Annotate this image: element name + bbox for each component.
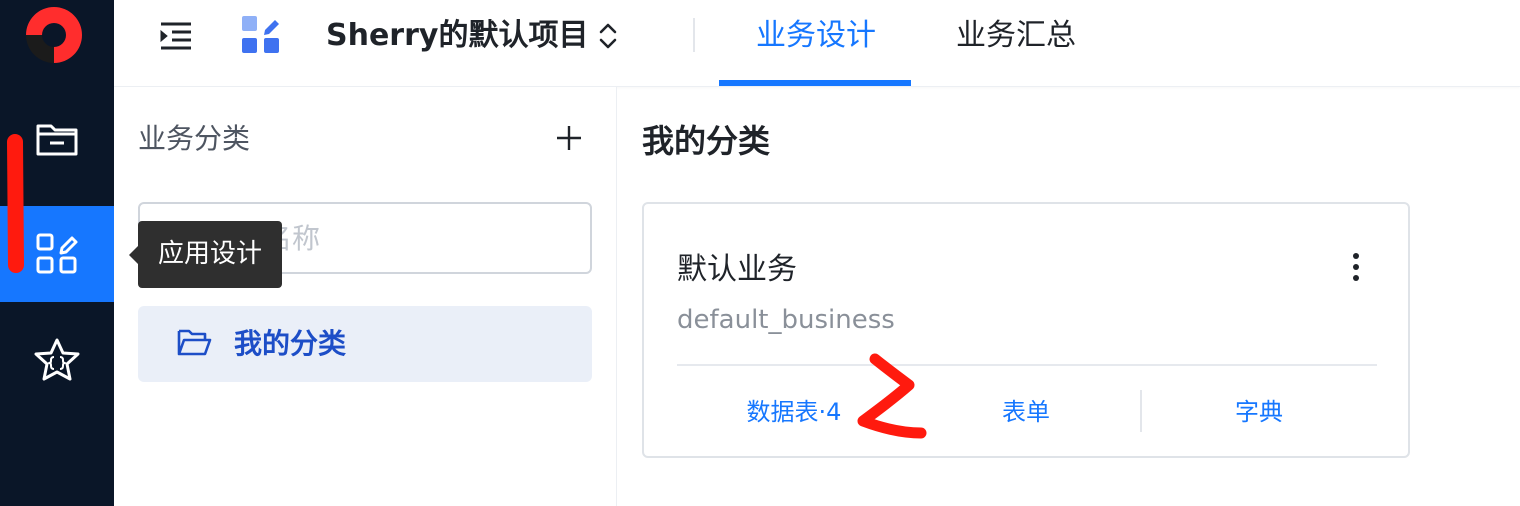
business-code: default_business (677, 305, 895, 335)
category-item-my-category[interactable]: 我的分类 (138, 306, 592, 382)
active-tab-indicator (719, 80, 911, 86)
app-grid-edit-icon (240, 14, 282, 56)
app-design-icon (35, 232, 79, 276)
rail-item-projects[interactable] (0, 90, 114, 186)
left-rail (0, 0, 114, 506)
business-name: 默认业务 (677, 252, 797, 287)
more-vertical-icon[interactable] (1344, 250, 1368, 284)
plus-icon[interactable] (554, 123, 584, 153)
data-tables-link[interactable]: 数据表·4 (724, 392, 864, 432)
panel-title: 业务分类 (138, 122, 251, 155)
business-card[interactable]: 默认业务 default_business 数据表·4 表单 字典 (642, 202, 1410, 458)
action-divider (1140, 390, 1142, 432)
card-divider (677, 364, 1377, 366)
dictionary-link[interactable]: 字典 (1204, 392, 1314, 432)
top-header: Sherry的默认项目 业务设计 业务汇总 (114, 0, 1520, 87)
project-name[interactable]: Sherry的默认项目 (326, 14, 588, 58)
rail-item-app-design[interactable] (0, 206, 114, 302)
page-title: 我的分类 (642, 122, 771, 160)
forms-link[interactable]: 表单 (966, 392, 1086, 432)
category-item-label: 我的分类 (234, 327, 347, 360)
chevron-up-down-icon[interactable] (596, 20, 620, 52)
tooltip: 应用设计 (138, 221, 282, 288)
folder-open-icon (177, 329, 212, 356)
tab-business-design[interactable]: 业务设计 (756, 14, 876, 58)
folder-icon (35, 119, 79, 157)
menu-indent-icon[interactable] (158, 20, 194, 52)
brand-logo-icon[interactable] (22, 3, 86, 67)
star-code-icon (33, 337, 81, 383)
category-panel: 业务分类 我的分类 (114, 87, 617, 506)
tooltip-arrow (129, 246, 138, 264)
header-divider (693, 18, 695, 52)
rail-item-extensions[interactable] (0, 312, 114, 408)
tab-business-summary[interactable]: 业务汇总 (956, 14, 1076, 58)
